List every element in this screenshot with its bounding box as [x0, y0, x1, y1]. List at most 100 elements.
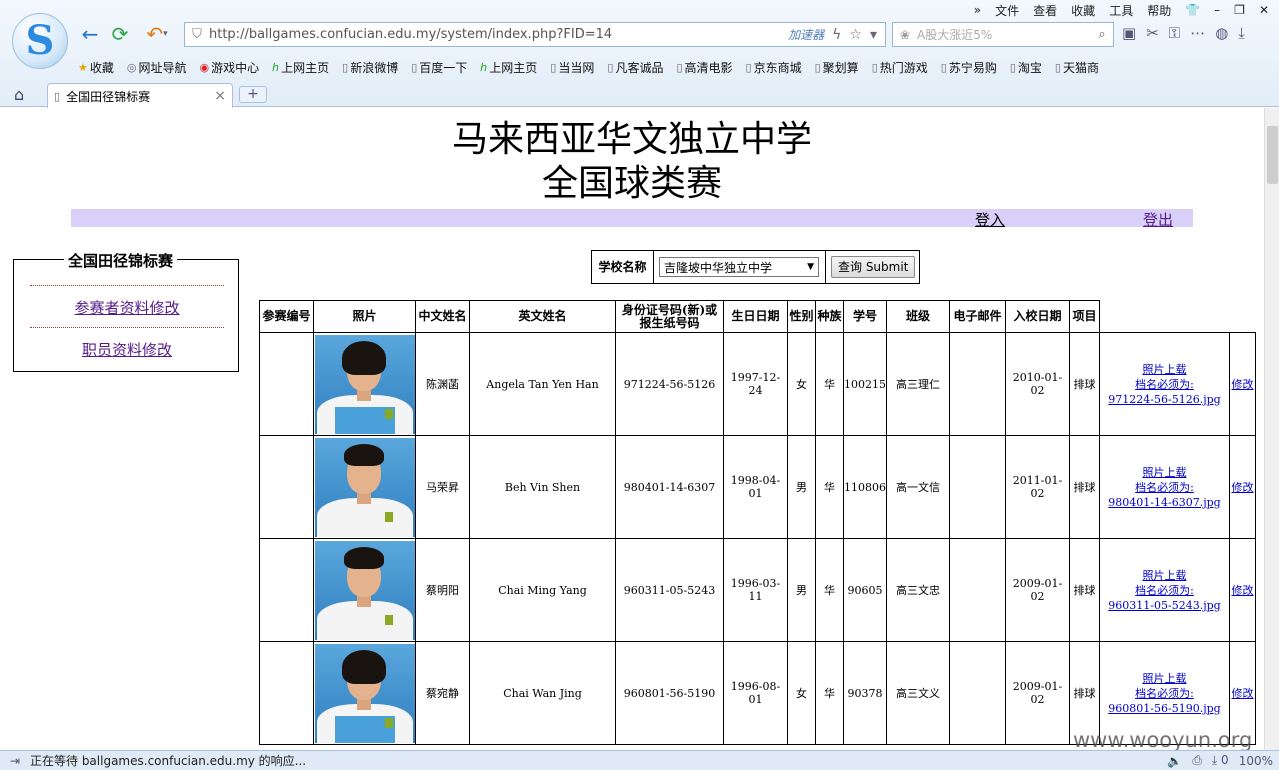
photo-upload-link[interactable]: 照片上载 档名必须为: 971224-56-5126.jpg [1100, 362, 1229, 407]
bookmark-icon: ▯ [940, 60, 947, 74]
menu-item[interactable]: 查看 [1033, 2, 1057, 19]
cls-cell: 高三文义 [886, 641, 950, 745]
photo-upload-link[interactable]: 照片上载 档名必须为: 960801-56-5190.jpg [1100, 671, 1229, 716]
earth-icon[interactable]: ◍ [1215, 24, 1228, 42]
printer-icon[interactable]: ⎙ [1192, 753, 1202, 768]
bookmark-item[interactable]: ▯ 新浪微博 [342, 59, 398, 76]
sidebar-toggle-icon[interactable]: ⇥ [0, 754, 30, 768]
photo-cell [313, 332, 416, 436]
cn-cell: 马荣昇 [415, 435, 470, 539]
menu-item[interactable]: ❐ [1234, 3, 1245, 17]
star-icon[interactable]: ☆ [849, 27, 862, 43]
menu-item[interactable]: 文件 [995, 2, 1019, 19]
undo-icon[interactable]: ↶ ▾ [140, 22, 174, 46]
scrollbar-thumb[interactable] [1267, 126, 1278, 184]
staff-edit-link[interactable]: 职员资料修改 [14, 339, 240, 360]
upload-link-text[interactable]: 档名必须为: [1100, 377, 1229, 392]
page-icon: ▯ [54, 89, 61, 103]
menu-item[interactable]: » [974, 3, 981, 17]
bookmark-item[interactable]: ◎ 网址导航 [127, 59, 187, 76]
divider [30, 327, 224, 328]
entry-number-cell [259, 538, 314, 642]
cn-cell: 蔡宛静 [415, 641, 470, 745]
upload-filename[interactable]: 960311-05-5243.jpg [1100, 598, 1229, 613]
bookmark-item[interactable]: ▯ 苏宁易购 [941, 59, 997, 76]
login-link[interactable]: 登入 [975, 209, 1005, 230]
upload-filename[interactable]: 960801-56-5190.jpg [1100, 701, 1229, 716]
school-select[interactable]: 吉隆坡中华独立中学 ▼ [659, 257, 819, 277]
bookmark-item[interactable]: ▯ 天猫商 [1055, 59, 1099, 76]
search-input[interactable]: A股大涨近5% [917, 26, 1091, 43]
menu-item[interactable]: 工具 [1109, 2, 1133, 19]
more-icon[interactable]: ⋯ [1190, 24, 1205, 42]
back-arrow-icon[interactable]: ← [78, 22, 102, 46]
bookmark-item[interactable]: ℎ 上网主页 [480, 59, 537, 76]
photo-upload-link[interactable]: 照片上载 档名必须为: 960311-05-5243.jpg [1100, 568, 1229, 613]
bookmark-item[interactable]: ▯ 当当网 [550, 59, 594, 76]
bookmark-item[interactable]: ▯ 高清电影 [676, 59, 732, 76]
bookmark-item[interactable]: ▯ 热门游戏 [872, 59, 928, 76]
home-icon[interactable]: ⌂ [14, 85, 24, 104]
school-query-form: 学校名称 吉隆坡中华独立中学 ▼ 查询 Submit [591, 250, 920, 284]
scissors-icon[interactable]: ✂ [1146, 24, 1159, 42]
accelerator-label[interactable]: 加速器 [788, 26, 824, 43]
participant-edit-link[interactable]: 参赛者资料修改 [14, 297, 240, 318]
lightning-icon[interactable]: ϟ [832, 27, 841, 43]
menu-item[interactable]: ✕ [1259, 3, 1269, 17]
en-cell: Angela Tan Yen Han [469, 332, 616, 436]
upload-link-text[interactable]: 照片上载 [1100, 362, 1229, 377]
upload-filename[interactable]: 971224-56-5126.jpg [1100, 392, 1229, 407]
bookmark-item[interactable]: ▯ 百度一下 [411, 59, 467, 76]
sex-cell: 女 [787, 641, 816, 745]
edit-link[interactable]: 修改 [1232, 687, 1254, 700]
refresh-icon[interactable]: ⟳ [108, 22, 132, 46]
student-photo [314, 437, 415, 537]
upload-link-text[interactable]: 档名必须为: [1100, 686, 1229, 701]
search-icon[interactable]: ⌕ [1091, 27, 1113, 42]
search-box[interactable]: ❀ A股大涨近5% ⌕ [892, 22, 1114, 47]
bookmark-item[interactable]: ▯ 凡客诚品 [607, 59, 663, 76]
active-tab[interactable]: ▯ 全国田径锦标赛 × [47, 83, 233, 108]
bookmark-item[interactable]: ℎ 上网主页 [272, 59, 329, 76]
address-bar[interactable]: ⛉ http://ballgames.confucian.edu.my/syst… [184, 22, 886, 47]
download-counter-icon[interactable]: ⤓ 0 [1212, 753, 1229, 768]
logout-link[interactable]: 登出 [1143, 209, 1173, 230]
column-header: 学号 [843, 300, 887, 333]
vertical-scrollbar[interactable] [1264, 108, 1279, 750]
edit-cell: 修改 [1229, 538, 1256, 642]
bookmark-label: 游戏中心 [211, 60, 260, 75]
address-input[interactable]: http://ballgames.confucian.edu.my/system… [209, 27, 788, 42]
upload-link-text[interactable]: 照片上载 [1100, 671, 1229, 686]
upload-link-text[interactable]: 档名必须为: [1100, 583, 1229, 598]
bookmark-item[interactable]: ◉ 游戏中心 [200, 59, 260, 76]
key-icon[interactable]: ⚿ [1169, 24, 1180, 42]
close-icon[interactable]: × [214, 88, 226, 104]
bookmark-item[interactable]: ▯ 淘宝 [1010, 59, 1042, 76]
bookmark-item[interactable]: ▯ 京东商城 [746, 59, 802, 76]
bookmark-item[interactable]: ▯ 聚划算 [815, 59, 859, 76]
browser-logo[interactable]: S [12, 13, 68, 69]
bookmark-item[interactable]: ★ 收藏 [78, 59, 114, 76]
speaker-icon[interactable]: 🔈 [1167, 754, 1182, 768]
photo-upload-link[interactable]: 照片上载 档名必须为: 980401-14-6307.jpg [1100, 465, 1229, 510]
edit-link[interactable]: 修改 [1232, 481, 1254, 494]
zoom-level[interactable]: 100% [1239, 754, 1273, 768]
new-tab-button[interactable]: + [239, 86, 267, 103]
upload-link-text[interactable]: 照片上载 [1100, 465, 1229, 480]
menu-item[interactable]: 收藏 [1071, 2, 1095, 19]
bookmark-icon: ▯ [676, 60, 683, 74]
edit-link[interactable]: 修改 [1232, 584, 1254, 597]
upload-filename[interactable]: 980401-14-6307.jpg [1100, 495, 1229, 510]
bookmark-icon: ▯ [550, 60, 557, 74]
menu-item[interactable]: – [1214, 3, 1220, 17]
reader-icon[interactable]: ▣ [1122, 24, 1136, 42]
edit-link[interactable]: 修改 [1232, 378, 1254, 391]
upload-link-text[interactable]: 档名必须为: [1100, 480, 1229, 495]
menu-item[interactable]: 👕 [1185, 3, 1200, 17]
upload-link-text[interactable]: 照片上载 [1100, 568, 1229, 583]
download-icon[interactable]: ⤓ [1238, 24, 1245, 42]
chevron-down-icon[interactable]: ▾ [870, 27, 877, 43]
menu-item[interactable]: 帮助 [1147, 2, 1171, 19]
submit-button[interactable]: 查询 Submit [831, 256, 916, 278]
cls-cell: 高三理仁 [886, 332, 950, 436]
